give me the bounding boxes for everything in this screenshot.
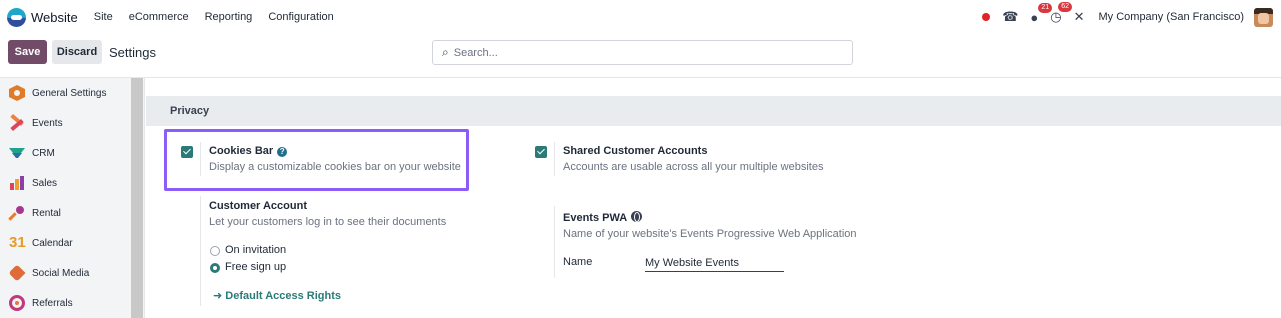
company-switcher[interactable]: My Company (San Francisco) — [1099, 11, 1245, 23]
shared-accounts-title: Shared Customer Accounts — [563, 145, 708, 157]
sidebar-item-referrals[interactable]: Referrals — [0, 288, 130, 318]
search-box[interactable]: ⌕ — [432, 40, 853, 65]
shared-accounts-description: Accounts are usable across all your mult… — [563, 161, 824, 173]
menu-item-reporting[interactable]: Reporting — [205, 11, 253, 23]
highlight-box — [164, 129, 469, 191]
arrow-right-icon: ➜ — [213, 290, 226, 302]
debug-tools-icon[interactable]: ✕ — [1074, 9, 1085, 25]
customer-account-description: Let your customers log in to see their d… — [209, 216, 447, 228]
menu-item-site[interactable]: Site — [94, 11, 113, 23]
social-media-icon — [8, 264, 26, 282]
app-name: Website — [31, 9, 78, 25]
page-title: Settings — [109, 45, 156, 60]
sidebar-item-sales[interactable]: Sales — [0, 168, 130, 198]
sidebar-item-events[interactable]: Events — [0, 108, 130, 138]
sidebar-scrollbar[interactable] — [131, 78, 143, 318]
setting-divider — [554, 142, 555, 176]
top-navbar: Website Site eCommerce Reporting Configu… — [0, 0, 1281, 34]
radio-label-free-sign-up[interactable]: Free sign up — [225, 261, 286, 273]
control-panel: Save Discard Settings ⌕ — [0, 34, 1281, 78]
sidebar-item-social-media[interactable]: Social Media — [0, 258, 130, 288]
sidebar-item-label: Rental — [32, 207, 61, 219]
rental-icon — [8, 205, 25, 221]
pwa-name-input[interactable] — [645, 255, 784, 272]
phone-icon[interactable]: ☎ — [1002, 9, 1018, 25]
website-app-icon — [7, 7, 26, 27]
sidebar-item-label: Sales — [32, 177, 58, 189]
search-icon: ⌕ — [442, 45, 449, 59]
radio-label-on-invitation[interactable]: On invitation — [225, 244, 286, 256]
link-label: Default Access Rights — [225, 290, 342, 302]
save-button[interactable]: Save — [8, 40, 47, 64]
sales-icon — [9, 175, 25, 191]
general-settings-icon — [9, 85, 25, 101]
privacy-section-header: Privacy — [146, 96, 1281, 126]
app-brand[interactable]: Website — [7, 7, 78, 27]
sidebar-item-label: Calendar — [32, 237, 73, 249]
recording-indicator-icon[interactable] — [982, 13, 991, 21]
events-icon — [9, 113, 25, 132]
sidebar-item-label: Events — [32, 117, 63, 129]
customer-account-title: Customer Account — [209, 200, 307, 212]
activities-badge: 62 — [1058, 2, 1073, 12]
sidebar-item-label: CRM — [32, 147, 55, 159]
pwa-name-label: Name — [563, 256, 593, 268]
search-input[interactable] — [453, 46, 834, 59]
events-pwa-title: Events PWA — [563, 212, 628, 224]
default-access-rights-link[interactable]: ➜ Default Access Rights — [213, 289, 341, 302]
setting-divider — [200, 196, 201, 306]
settings-content: Privacy Cookies Bar? Display a customiza… — [146, 78, 1281, 318]
sidebar-item-label: Social Media — [32, 267, 90, 279]
menu-item-configuration[interactable]: Configuration — [268, 11, 333, 23]
sidebar-item-label: General Settings — [32, 87, 107, 99]
calendar-icon: 31 — [9, 234, 26, 251]
radio-free-sign-up[interactable] — [210, 263, 220, 273]
main-menu: Site eCommerce Reporting Configuration — [94, 11, 350, 23]
sidebar-item-crm[interactable]: CRM — [0, 138, 130, 168]
messages-icon[interactable]: ● 21 — [1030, 2, 1053, 25]
events-pwa-setting: Events PWA — [563, 211, 643, 224]
crm-icon — [9, 145, 25, 161]
radio-on-invitation[interactable] — [210, 246, 220, 256]
sidebar-item-general-settings[interactable]: General Settings — [0, 78, 130, 108]
settings-sidebar: General Settings Events CRM Sales Rental… — [0, 78, 145, 318]
activities-icon[interactable]: ◷ 62 — [1050, 2, 1073, 25]
setting-divider — [554, 206, 555, 278]
discard-button[interactable]: Discard — [52, 40, 102, 64]
sidebar-item-label: Referrals — [32, 297, 73, 309]
events-pwa-description: Name of your website's Events Progressiv… — [563, 228, 857, 240]
sidebar-item-rental[interactable]: Rental — [0, 198, 130, 228]
sidebar-item-calendar[interactable]: 31 Calendar — [0, 228, 130, 258]
menu-item-ecommerce[interactable]: eCommerce — [129, 11, 189, 23]
referrals-icon — [9, 295, 25, 311]
globe-icon — [631, 211, 643, 222]
section-title: Privacy — [170, 105, 210, 117]
systray: ☎ ● 21 ◷ 62 ✕ My Company (San Francisco) — [982, 0, 1273, 34]
user-avatar[interactable] — [1254, 7, 1273, 27]
shared-accounts-checkbox[interactable] — [535, 146, 547, 158]
